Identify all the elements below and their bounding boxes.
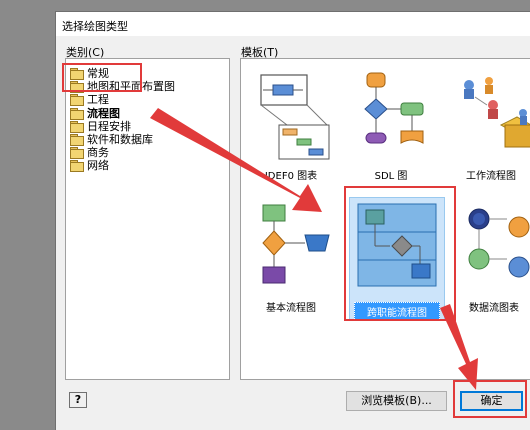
arrow-to-ok-icon — [440, 304, 478, 390]
annotation-arrows — [150, 108, 478, 390]
arrow-to-template-icon — [150, 108, 322, 212]
